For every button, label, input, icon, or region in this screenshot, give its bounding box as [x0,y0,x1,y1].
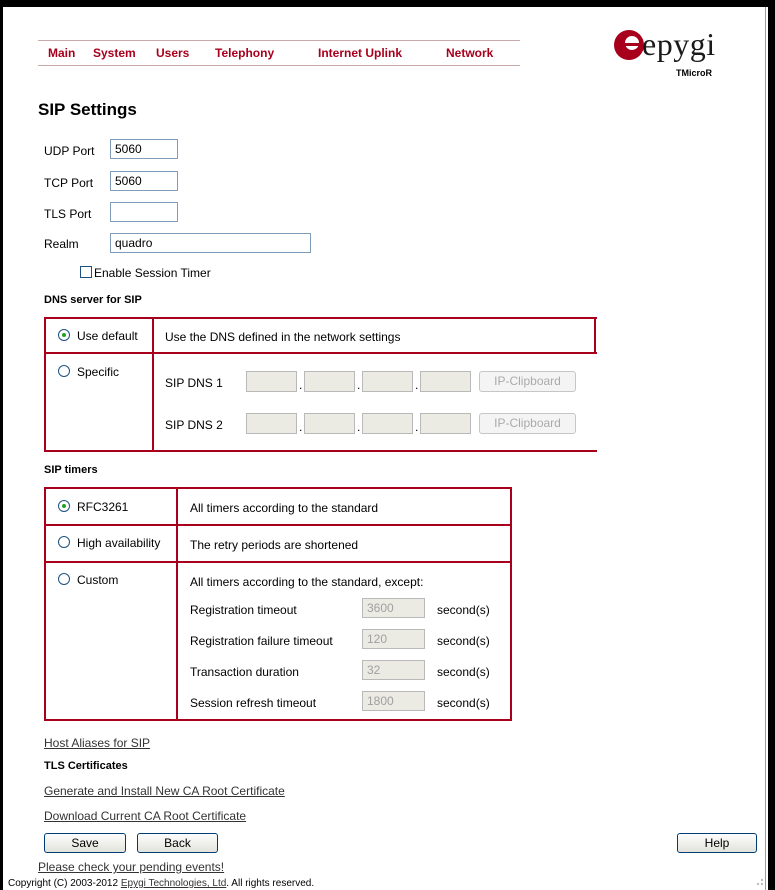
tls-port-label: TLS Port [44,207,92,221]
transaction-duration-input[interactable] [362,660,425,680]
sip-dns1-octet-1[interactable] [246,371,297,392]
dns-table-border [594,317,596,354]
transaction-duration-label: Transaction duration [190,665,299,679]
dns-table-border [44,450,597,452]
dns-specific-radio[interactable] [58,365,70,377]
registration-failure-timeout-label: Registration failure timeout [190,634,333,648]
dns-table-border [152,317,154,452]
tcp-port-input[interactable] [110,171,178,191]
udp-port-input[interactable] [110,139,178,159]
sip-dns2-octet-1[interactable] [246,413,297,434]
timers-table-border [44,487,46,721]
session-refresh-timeout-label: Session refresh timeout [190,696,317,710]
timers-table-border [510,487,512,721]
ip-separator: . [415,378,419,392]
dns-use-default-description: Use the DNS defined in the network setti… [165,330,401,344]
transaction-duration-unit: second(s) [437,665,490,679]
generate-certificate-link[interactable]: Generate and Install New CA Root Certifi… [44,784,285,798]
copyright-footer: Copyright (C) 2003-2012 Epygi Technologi… [8,878,314,889]
sip-dns2-label: SIP DNS 2 [165,418,223,432]
window-frame [0,0,775,890]
frame-top-border [0,0,775,7]
copyright-prefix: Copyright (C) 2003-2012 [8,878,121,889]
realm-input[interactable] [110,233,311,253]
timers-high-availability-description: The retry periods are shortened [190,538,359,552]
dns-table-border [44,352,597,354]
realm-label: Realm [44,237,79,251]
menu-item-users[interactable]: Users [156,46,189,60]
menu-item-system[interactable]: System [93,46,136,60]
session-timer-checkbox[interactable] [80,266,92,278]
timers-rfc3261-description: All timers according to the standard [190,501,379,515]
timers-rfc3261-label: RFC3261 [77,500,129,514]
timers-table-border [44,719,512,721]
timers-rfc3261-radio[interactable] [58,500,70,512]
timers-table-border [44,524,512,526]
registration-timeout-unit: second(s) [437,603,490,617]
main-menu: Main System Users Telephony Internet Upl… [38,40,520,66]
tls-certificates-heading: TLS Certificates [44,760,128,772]
sip-dns2-octet-2[interactable] [304,413,355,434]
dns-use-default-radio[interactable] [58,329,70,341]
ip-separator: . [357,378,361,392]
help-button[interactable]: Help [677,833,757,853]
frame-left-border [0,0,3,890]
menu-item-network[interactable]: Network [446,46,493,60]
timers-custom-label: Custom [77,573,119,587]
timers-table-border [176,487,178,721]
timers-high-availability-label: High availability [77,536,161,550]
frame-right-border [768,0,775,890]
logo-mark-icon [614,30,644,60]
resize-grip-icon[interactable] [752,874,764,886]
registration-failure-timeout-input[interactable] [362,629,425,649]
registration-timeout-label: Registration timeout [190,603,297,617]
download-certificate-link[interactable]: Download Current CA Root Certificate [44,809,246,823]
session-refresh-timeout-input[interactable] [362,691,425,711]
sip-dns1-octet-4[interactable] [420,371,471,392]
tls-port-input[interactable] [110,202,178,222]
pending-events-link[interactable]: Please check your pending events! [38,860,224,874]
save-button[interactable]: Save [44,833,126,853]
dns-use-default-label: Use default [77,329,138,343]
timers-custom-radio[interactable] [58,573,70,585]
timers-table-border [44,561,512,563]
registration-failure-timeout-unit: second(s) [437,634,490,648]
sip-dns1-octet-3[interactable] [362,371,413,392]
session-timer-label: Enable Session Timer [94,266,211,280]
sip-dns2-octet-4[interactable] [420,413,471,434]
timers-section-heading: SIP timers [44,464,98,476]
sip-dns2-clipboard-button[interactable]: IP-Clipboard [479,413,576,434]
dns-specific-label: Specific [77,365,120,379]
page-title: SIP Settings [38,100,137,119]
back-button[interactable]: Back [137,833,218,853]
registration-timeout-input[interactable] [362,598,425,618]
epygi-logo: epygi TMicroR [612,26,742,80]
timers-custom-description: All timers according to the standard, ex… [190,575,424,589]
timers-high-availability-radio[interactable] [58,536,70,548]
sip-dns1-octet-2[interactable] [304,371,355,392]
ip-separator: . [299,378,303,392]
dns-table-border [44,317,46,452]
tcp-port-label: TCP Port [44,176,94,190]
ip-separator: . [357,420,361,434]
host-aliases-link[interactable]: Host Aliases for SIP [44,736,150,750]
sip-dns2-octet-3[interactable] [362,413,413,434]
copyright-suffix: . All rights reserved. [226,878,315,889]
sip-dns1-clipboard-button[interactable]: IP-Clipboard [479,371,576,392]
session-refresh-timeout-unit: second(s) [437,696,490,710]
ip-separator: . [299,420,303,434]
logo-text: epygi [642,26,716,62]
menu-item-internet-uplink[interactable]: Internet Uplink [318,46,402,60]
menu-item-telephony[interactable]: Telephony [215,46,274,60]
menu-item-main[interactable]: Main [48,46,75,60]
sip-dns1-label: SIP DNS 1 [165,376,223,390]
logo-subtitle: TMicroR [676,68,712,78]
dns-table-border [44,317,597,319]
ip-separator: . [415,420,419,434]
timers-table-border [44,487,512,489]
udp-port-label: UDP Port [44,144,95,158]
frame-inner-edge [765,7,766,890]
company-link[interactable]: Epygi Technologies, Ltd [121,878,226,889]
dns-section-heading: DNS server for SIP [44,294,142,306]
